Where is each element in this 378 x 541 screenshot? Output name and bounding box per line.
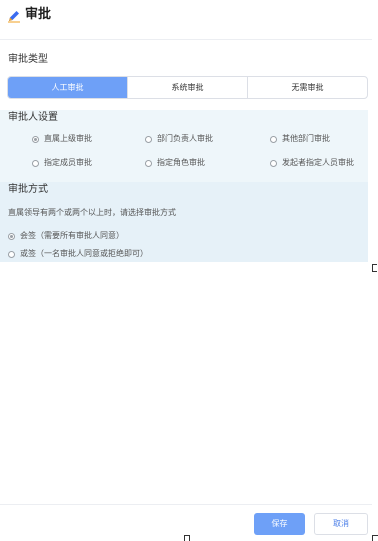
radio-unchecked-icon bbox=[32, 159, 39, 167]
approval-method-hint: 直属领导有两个或两个以上时，请选择审批方式 bbox=[8, 208, 176, 217]
radio-unchecked-icon bbox=[145, 159, 152, 167]
radio-unchecked-icon bbox=[270, 159, 277, 167]
approver-option-dept-head[interactable]: 部门负责人审批 bbox=[145, 134, 213, 144]
approval-method-option-or-sign[interactable]: 或签（一名审批人同意或拒绝即可） bbox=[8, 249, 148, 259]
radio-checked-icon bbox=[8, 232, 15, 240]
cancel-button[interactable]: 取消 bbox=[314, 513, 368, 535]
radio-label: 部门负责人审批 bbox=[157, 134, 213, 143]
resize-handle-bottom[interactable] bbox=[184, 535, 190, 541]
approval-method-title: 审批方式 bbox=[8, 184, 48, 195]
approver-settings-title: 审批人设置 bbox=[8, 112, 58, 123]
save-button[interactable]: 保存 bbox=[254, 513, 305, 535]
approver-option-other-dept[interactable]: 其他部门审批 bbox=[270, 134, 330, 144]
approval-type-option-none[interactable]: 无需审批 bbox=[247, 77, 367, 98]
approval-type-label: 审批类型 bbox=[8, 54, 48, 65]
dialog-title: 审批 bbox=[25, 7, 52, 22]
resize-handle-corner[interactable] bbox=[372, 535, 378, 541]
pen-icon bbox=[8, 11, 20, 23]
dialog-header: 审批 bbox=[0, 0, 372, 40]
radio-unchecked-icon bbox=[270, 135, 277, 143]
radio-unchecked-icon bbox=[145, 135, 152, 143]
radio-label: 直属上级审批 bbox=[44, 134, 92, 143]
approver-settings-panel: 审批人设置 直属上级审批 部门负责人审批 其他部门审批 指定成员审批 指定角色审… bbox=[0, 110, 368, 182]
approval-type-option-manual[interactable]: 人工审批 bbox=[8, 77, 127, 98]
approver-option-direct-superior[interactable]: 直属上级审批 bbox=[32, 134, 92, 144]
radio-label: 指定成员审批 bbox=[44, 158, 92, 167]
resize-handle[interactable] bbox=[372, 264, 377, 272]
approver-option-specific-role[interactable]: 指定角色审批 bbox=[145, 158, 205, 168]
radio-label: 发起者指定人员审批 bbox=[282, 158, 354, 167]
approval-type-segmented-control: 人工审批 系统审批 无需审批 bbox=[7, 76, 368, 99]
radio-unchecked-icon bbox=[8, 250, 15, 258]
approver-option-initiator-specified[interactable]: 发起者指定人员审批 bbox=[270, 158, 354, 168]
footer-divider bbox=[0, 504, 372, 505]
radio-label: 其他部门审批 bbox=[282, 134, 330, 143]
approval-type-option-system[interactable]: 系统审批 bbox=[127, 77, 247, 98]
radio-label: 或签（一名审批人同意或拒绝即可） bbox=[20, 249, 148, 258]
radio-label: 指定角色审批 bbox=[157, 158, 205, 167]
radio-checked-icon bbox=[32, 135, 39, 143]
approval-method-panel: 审批方式 直属领导有两个或两个以上时，请选择审批方式 会签（需要所有审批人同意）… bbox=[0, 182, 368, 262]
approval-method-option-countersign[interactable]: 会签（需要所有审批人同意） bbox=[8, 231, 124, 241]
radio-label: 会签（需要所有审批人同意） bbox=[20, 231, 124, 240]
approver-option-specific-member[interactable]: 指定成员审批 bbox=[32, 158, 92, 168]
